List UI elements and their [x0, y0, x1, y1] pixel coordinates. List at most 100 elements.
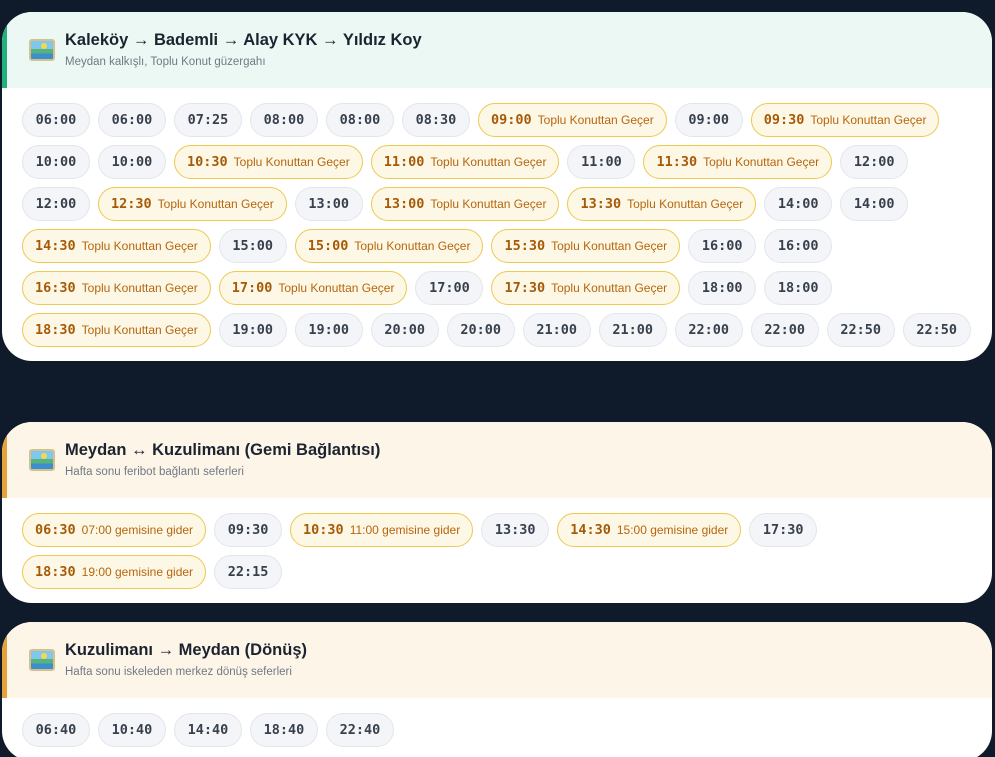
departure-time: 16:30: [35, 280, 76, 296]
departure-chip-note[interactable]: 11:30 Toplu Konuttan Geçer: [643, 145, 833, 179]
departure-chip[interactable]: 13:30: [481, 513, 550, 547]
departure-time: 06:00: [111, 112, 153, 128]
departure-chip[interactable]: 18:40: [250, 713, 318, 747]
departure-chip-note[interactable]: 10:30 Toplu Konuttan Geçer: [174, 145, 363, 179]
route-title: Kuzulimanı → Meydan (Dönüş): [65, 641, 308, 659]
departure-chip[interactable]: 19:00: [294, 313, 363, 347]
departure-chip[interactable]: 08:00: [250, 103, 318, 137]
map-icon: [29, 649, 55, 671]
departure-chip[interactable]: 10:00: [22, 145, 90, 179]
departure-chip[interactable]: 20:00: [446, 313, 515, 347]
departure-chip-note[interactable]: 18:30 19:00 gemisine gider: [22, 555, 207, 589]
departure-chip-note[interactable]: 10:30 11:00 gemisine gider: [290, 513, 474, 547]
departure-chip[interactable]: 11:00: [567, 145, 636, 179]
departure-chip[interactable]: 22:50: [826, 313, 895, 347]
departure-chip[interactable]: 22:40: [326, 713, 394, 747]
departure-chip[interactable]: 15:00: [218, 229, 287, 263]
departure-note: Toplu Konuttan Geçer: [430, 155, 547, 169]
departure-chip[interactable]: 14:40: [174, 713, 242, 747]
departure-chip[interactable]: 22:50: [902, 313, 971, 347]
departure-chip-note[interactable]: 14:30 Toplu Konuttan Geçer: [22, 229, 211, 263]
departure-note: Toplu Konuttan Geçer: [81, 239, 198, 253]
departure-time: 22:00: [764, 322, 806, 338]
departure-chip[interactable]: 08:00: [326, 103, 394, 137]
departure-chip[interactable]: 12:00: [840, 145, 909, 179]
departure-time: 13:30: [494, 522, 536, 538]
departure-chip-note[interactable]: 18:30 Toplu Konuttan Geçer: [22, 313, 211, 347]
departure-chip[interactable]: 22:00: [674, 313, 743, 347]
departure-chip-note[interactable]: 16:30 Toplu Konuttan Geçer: [22, 271, 211, 305]
route-subtitle: Hafta sonu iskeleden merkez dönüş seferl…: [65, 666, 292, 678]
departure-chip[interactable]: 16:00: [688, 229, 757, 263]
departure-chip[interactable]: 18:00: [688, 271, 757, 305]
departure-chip[interactable]: 20:00: [370, 313, 439, 347]
departure-chip-note[interactable]: 09:00 Toplu Konuttan Geçer: [478, 103, 667, 137]
departure-chip[interactable]: 14:00: [840, 187, 909, 221]
schedule-page: Kaleköy → Bademli → Alay KYK → Yıldız Ko…: [0, 0, 995, 757]
departure-chip[interactable]: 10:00: [98, 145, 166, 179]
departure-note: Toplu Konuttan Geçer: [157, 197, 274, 211]
departure-time: 12:00: [853, 154, 895, 170]
route-card-header: Kaleköy → Bademli → Alay KYK → Yıldız Ko…: [2, 12, 992, 88]
departure-chip[interactable]: 22:00: [750, 313, 819, 347]
departure-chip-note[interactable]: 11:00 Toplu Konuttan Geçer: [370, 145, 560, 179]
departure-note: Toplu Konuttan Geçer: [703, 155, 820, 169]
departure-chip-note[interactable]: 12:30 Toplu Konuttan Geçer: [98, 187, 287, 221]
departure-chip-note[interactable]: 15:00 Toplu Konuttan Geçer: [294, 229, 484, 263]
departure-chip[interactable]: 06:00: [98, 103, 166, 137]
departure-chip[interactable]: 14:00: [764, 187, 833, 221]
departure-chip[interactable]: 21:00: [522, 313, 591, 347]
departure-time: 22:50: [840, 322, 882, 338]
departure-note: Toplu Konuttan Geçer: [551, 239, 668, 253]
departure-chip[interactable]: 13:00: [294, 187, 363, 221]
departure-chip-note[interactable]: 14:30 15:00 gemisine gider: [557, 513, 742, 547]
departure-chip[interactable]: 22:15: [214, 555, 283, 589]
departure-chip[interactable]: 16:00: [764, 229, 833, 263]
departure-time: 14:40: [187, 722, 229, 738]
route-subtitle: Meydan kalkışlı, Toplu Konut güzergahı: [65, 56, 266, 68]
departure-chip[interactable]: 06:00: [22, 103, 90, 137]
departure-time: 14:00: [777, 196, 819, 212]
departure-time: 09:00: [688, 112, 730, 128]
departure-chip[interactable]: 10:40: [98, 713, 166, 747]
departure-chip[interactable]: 08:30: [402, 103, 470, 137]
departure-chip-note[interactable]: 06:30 07:00 gemisine gider: [22, 513, 207, 547]
departure-time: 15:00: [307, 238, 349, 254]
departure-note: Toplu Konuttan Geçer: [278, 281, 395, 295]
departure-chip-note[interactable]: 15:30 Toplu Konuttan Geçer: [491, 229, 681, 263]
departure-chip[interactable]: 06:40: [22, 713, 90, 747]
route-card: Kaleköy → Bademli → Alay KYK → Yıldız Ko…: [2, 12, 992, 361]
departure-chip[interactable]: 18:00: [764, 271, 833, 305]
route-card: Meydan ↔ Kuzulimanı (Gemi Bağlantısı) Ha…: [2, 422, 992, 603]
departure-chip[interactable]: 07:25: [174, 103, 242, 137]
departure-chip-note[interactable]: 17:30 Toplu Konuttan Geçer: [491, 271, 681, 305]
departure-chip-note[interactable]: 09:30 Toplu Konuttan Geçer: [750, 103, 940, 137]
departure-time: 17:30: [762, 522, 804, 538]
departure-chip-note[interactable]: 17:00 Toplu Konuttan Geçer: [218, 271, 408, 305]
departure-time: 12:00: [35, 196, 77, 212]
departure-chip-note[interactable]: 13:00 Toplu Konuttan Geçer: [370, 187, 560, 221]
departure-time: 18:00: [701, 280, 743, 296]
departure-chip[interactable]: 17:30: [749, 513, 818, 547]
departure-time: 07:25: [187, 112, 229, 128]
departure-time: 10:30: [303, 522, 344, 538]
departure-chip[interactable]: 21:00: [598, 313, 667, 347]
departure-time: 12:30: [111, 196, 152, 212]
departure-time: 17:30: [504, 280, 546, 296]
departure-note: 07:00 gemisine gider: [81, 523, 194, 537]
departure-time: 20:00: [460, 322, 502, 338]
departure-time: 22:15: [227, 564, 269, 580]
departure-note: 15:00 gemisine gider: [616, 523, 729, 537]
departure-time: 13:00: [308, 196, 350, 212]
departure-time: 16:00: [701, 238, 743, 254]
departure-chip[interactable]: 17:00: [415, 271, 484, 305]
departure-chip[interactable]: 12:00: [22, 187, 90, 221]
departure-time: 10:30: [187, 154, 228, 170]
departure-chip[interactable]: 09:30: [214, 513, 283, 547]
departure-chip-note[interactable]: 13:30 Toplu Konuttan Geçer: [567, 187, 757, 221]
departure-chip[interactable]: 09:00: [674, 103, 743, 137]
departure-time: 14:30: [570, 522, 611, 538]
departure-time: 21:00: [536, 322, 578, 338]
departure-time: 13:00: [383, 196, 425, 212]
departure-chip[interactable]: 19:00: [218, 313, 287, 347]
